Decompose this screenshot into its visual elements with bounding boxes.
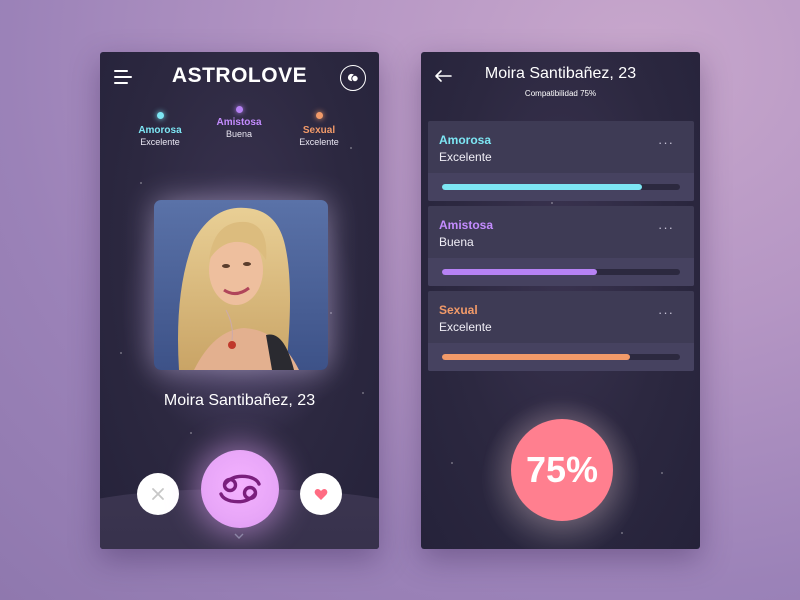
category-value: Excelente — [299, 137, 339, 147]
compatibility-card-sexual[interactable]: Sexual Excelente ··· — [428, 291, 694, 371]
close-icon — [152, 488, 164, 500]
category-name: Sexual — [302, 125, 336, 136]
compatibility-card-amistosa[interactable]: Amistosa Buena ··· — [428, 206, 694, 286]
card-footer — [428, 343, 694, 371]
category-name: Amistosa — [216, 117, 262, 128]
card-value: Excelente — [439, 320, 492, 334]
card-name: Amorosa — [439, 133, 492, 147]
compatibility-categories: Amorosa Excelente Amistosa Buena Sexual … — [100, 106, 379, 162]
app-title: ASTROLOVE — [171, 64, 308, 87]
card-name: Sexual — [439, 303, 478, 317]
progress-track — [442, 184, 680, 190]
main-screen: ASTROLOVE Amorosa Excelente Amistosa Bue… — [100, 52, 379, 549]
category-amistosa: Amistosa Buena — [199, 106, 279, 139]
card-value: Buena — [439, 235, 474, 249]
more-dots-icon[interactable]: ··· — [658, 305, 674, 320]
category-name: Amorosa — [138, 125, 182, 136]
compatibility-percent: 75% — [511, 419, 613, 521]
progress-track — [442, 269, 680, 275]
card-footer — [428, 173, 694, 201]
category-amorosa: Amorosa Excelente — [120, 112, 200, 147]
category-dot — [156, 112, 164, 119]
category-value: Excelente — [140, 137, 180, 147]
heart-icon — [314, 488, 328, 500]
page-title: Moira Santibañez, 23 — [484, 65, 637, 82]
dislike-button[interactable] — [137, 473, 179, 515]
profile-name: Moira Santibañez, 23 — [163, 392, 316, 409]
profile-photo[interactable] — [154, 200, 328, 370]
more-dots-icon[interactable]: ··· — [658, 220, 674, 235]
category-dot — [235, 106, 243, 113]
detail-screen: Moira Santibañez, 23 Compatibilidad 75% … — [421, 52, 700, 549]
arrow-left-icon[interactable] — [434, 69, 452, 83]
zodiac-button[interactable] — [201, 450, 279, 528]
category-sexual: Sexual Excelente — [279, 112, 359, 147]
compatibility-card-amorosa[interactable]: Amorosa Excelente ··· — [428, 121, 694, 201]
like-button[interactable] — [300, 473, 342, 515]
category-dot — [315, 112, 323, 119]
card-name: Amistosa — [439, 218, 494, 232]
progress-fill — [442, 354, 631, 360]
progress-track — [442, 354, 680, 360]
card-value: Excelente — [439, 150, 492, 164]
chevron-down-icon[interactable] — [233, 532, 245, 540]
chat-bubbles-icon[interactable] — [340, 65, 366, 91]
cancer-zodiac-icon — [219, 474, 261, 504]
card-footer — [428, 258, 694, 286]
page-subtitle: Compatibilidad 75% — [524, 89, 597, 98]
category-value: Buena — [225, 129, 253, 139]
progress-fill — [442, 269, 597, 275]
more-dots-icon[interactable]: ··· — [658, 135, 674, 150]
progress-fill — [442, 184, 642, 190]
